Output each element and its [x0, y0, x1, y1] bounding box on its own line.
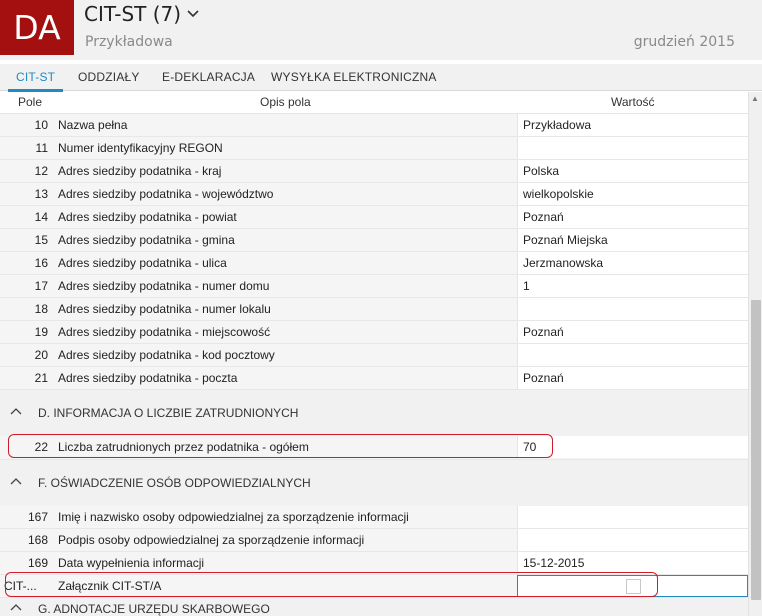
- field-description: Adres siedziby podatnika - gmina: [58, 233, 235, 247]
- table-row[interactable]: 12 Adres siedziby podatnika - kraj Polska: [0, 160, 748, 183]
- app-logo: DA: [0, 0, 74, 55]
- field-number: 167: [27, 510, 48, 524]
- field-value[interactable]: [517, 506, 748, 528]
- company-name: Przykładowa: [85, 34, 173, 50]
- scroll-up-icon[interactable]: ▲: [751, 94, 759, 103]
- header: DA CIT-ST (7) Przykładowa grudzień 2015: [0, 0, 762, 60]
- field-number: 16: [34, 256, 48, 270]
- tab-bar: CIT-ST ODDZIAŁY E-DEKLARACJA WYSYŁKA ELE…: [0, 64, 762, 92]
- table-row[interactable]: 21 Adres siedziby podatnika - poczta Pozna…: [0, 367, 748, 390]
- field-number: 169: [27, 556, 48, 570]
- section-header-d[interactable]: D. INFORMACJA O LICZBIE ZATRUDNIONYCH: [0, 390, 748, 436]
- field-value[interactable]: Jerzmanowska: [517, 252, 748, 274]
- table-row[interactable]: 20 Adres siedziby podatnika - kod pocztow…: [0, 344, 748, 367]
- field-description: Adres siedziby podatnika - numer lokalu: [58, 302, 271, 316]
- field-number: 20: [34, 348, 48, 362]
- field-description: Adres siedziby podatnika - poczta: [58, 371, 238, 385]
- highlight-box: [8, 434, 553, 458]
- field-value[interactable]: [517, 298, 748, 320]
- vertical-scrollbar[interactable]: ▲: [748, 92, 762, 616]
- table-row[interactable]: 17 Adres siedziby podatnika - numer domu 1: [0, 275, 748, 298]
- table-row[interactable]: 19 Adres siedziby podatnika - miejscowość…: [0, 321, 748, 344]
- chevron-up-icon[interactable]: [10, 406, 22, 418]
- table-row[interactable]: 15 Adres siedziby podatnika - gmina Poznań…: [0, 229, 748, 252]
- chevron-up-icon[interactable]: [10, 476, 22, 488]
- field-number: 168: [27, 533, 48, 547]
- table-row[interactable]: 11 Numer identyfikacyjny REGON: [0, 137, 748, 160]
- column-headers: Pole Opis pola Wartość: [0, 92, 748, 114]
- table-row[interactable]: 18 Adres siedziby podatnika - numer lokal…: [0, 298, 748, 321]
- field-number: 14: [34, 210, 48, 224]
- field-value[interactable]: 15-12-2015: [517, 552, 748, 574]
- field-description: Adres siedziby podatnika - kod pocztowy: [58, 348, 275, 362]
- field-description: Adres siedziby podatnika - ulica: [58, 256, 227, 270]
- field-value[interactable]: Przykładowa: [517, 114, 748, 136]
- field-description: Podpis osoby odpowiedzialnej za sporządz…: [58, 533, 365, 547]
- field-description: Adres siedziby podatnika - powiat: [58, 210, 237, 224]
- field-value[interactable]: 1: [517, 275, 748, 297]
- section-title: F. OŚWIADCZENIE OSÓB ODPOWIEDZIALNYCH: [38, 476, 311, 490]
- field-value[interactable]: Poznań: [517, 321, 748, 343]
- tab-oddzialy[interactable]: ODDZIAŁY: [78, 64, 140, 91]
- tab-wysylka-elektroniczna[interactable]: WYSYŁKA ELEKTRONICZNA: [271, 64, 437, 91]
- field-number: 13: [34, 187, 48, 201]
- field-number: 18: [34, 302, 48, 316]
- field-value[interactable]: [517, 344, 748, 366]
- field-value[interactable]: [517, 137, 748, 159]
- table-row[interactable]: 167 Imię i nazwisko osoby odpowiedzialnej…: [0, 506, 748, 529]
- section-title: G. ADNOTACJE URZĘDU SKARBOWEGO: [38, 602, 270, 616]
- field-number: 10: [34, 118, 48, 132]
- field-description: Adres siedziby podatnika - kraj: [58, 164, 222, 178]
- field-number: 11: [35, 141, 48, 155]
- field-number: 12: [34, 164, 48, 178]
- column-header-opis[interactable]: Opis pola: [260, 95, 311, 109]
- form-grid: 10 Nazwa pełna Przykładowa 11 Numer identyf…: [0, 114, 748, 616]
- field-number: 15: [34, 233, 48, 247]
- table-row[interactable]: 14 Adres siedziby podatnika - powiat Pozna…: [0, 206, 748, 229]
- field-value[interactable]: Poznań: [517, 367, 748, 389]
- field-number: 21: [34, 371, 48, 385]
- field-number: 19: [34, 325, 48, 339]
- tab-e-deklaracja[interactable]: E-DEKLARACJA: [162, 64, 255, 91]
- scrollbar-thumb[interactable]: [751, 300, 761, 600]
- field-description: Imię i nazwisko osoby odpowiedzialnej za…: [58, 510, 409, 524]
- field-value[interactable]: wielkopolskie: [517, 183, 748, 205]
- table-row[interactable]: 16 Adres siedziby podatnika - ulica Jerzma…: [0, 252, 748, 275]
- table-row[interactable]: 168 Podpis osoby odpowiedzialnej za sporz…: [0, 529, 748, 552]
- chevron-up-icon[interactable]: [10, 602, 22, 614]
- field-value[interactable]: [517, 529, 748, 551]
- table-row[interactable]: 13 Adres siedziby podatnika - województwo…: [0, 183, 748, 206]
- field-number: 17: [34, 279, 48, 293]
- section-header-g[interactable]: G. ADNOTACJE URZĘDU SKARBOWEGO: [0, 598, 748, 616]
- field-description: Data wypełnienia informacji: [58, 556, 205, 570]
- field-description: Numer identyfikacyjny REGON: [58, 141, 223, 155]
- table-row[interactable]: 10 Nazwa pełna Przykładowa: [0, 114, 748, 137]
- period-label: grudzień 2015: [633, 34, 735, 50]
- field-description: Adres siedziby podatnika - województwo: [58, 187, 274, 201]
- document-title-text: CIT-ST (7): [84, 2, 182, 26]
- field-description: Nazwa pełna: [58, 118, 128, 132]
- section-title: D. INFORMACJA O LICZBIE ZATRUDNIONYCH: [38, 406, 299, 420]
- column-header-wartosc[interactable]: Wartość: [611, 95, 655, 109]
- section-header-f[interactable]: F. OŚWIADCZENIE OSÓB ODPOWIEDZIALNYCH: [0, 460, 748, 506]
- tab-cit-st[interactable]: CIT-ST: [7, 64, 64, 92]
- highlight-box: [5, 572, 658, 597]
- field-description: Adres siedziby podatnika - miejscowość: [58, 325, 271, 339]
- field-value[interactable]: Polska: [517, 160, 748, 182]
- field-value[interactable]: Poznań: [517, 206, 748, 228]
- column-header-pole[interactable]: Pole: [18, 95, 42, 109]
- chevron-down-icon[interactable]: [187, 7, 199, 21]
- field-value[interactable]: Poznań Miejska: [517, 229, 748, 251]
- document-title[interactable]: CIT-ST (7): [84, 2, 199, 26]
- field-description: Adres siedziby podatnika - numer domu: [58, 279, 270, 293]
